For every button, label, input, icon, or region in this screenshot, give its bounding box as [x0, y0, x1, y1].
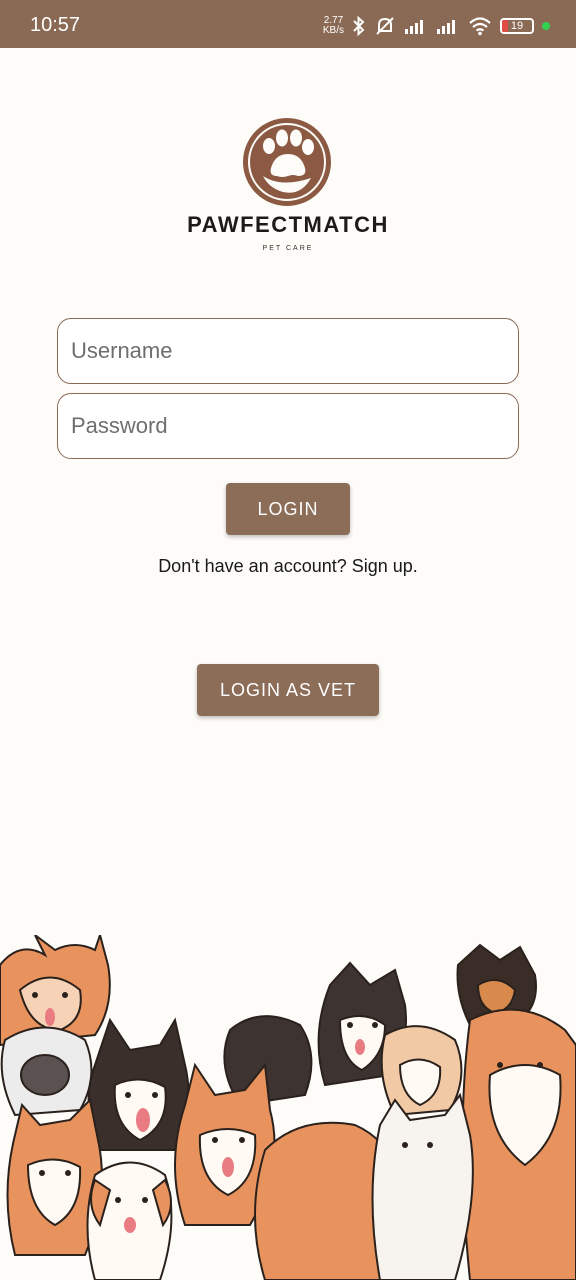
network-speed: 2.77 KB/s [322, 15, 344, 36]
bluetooth-icon [353, 15, 365, 37]
status-dot [542, 22, 550, 30]
mute-icon [376, 17, 394, 35]
signal-icon [405, 20, 423, 34]
password-input[interactable]: Password [57, 393, 519, 459]
username-input[interactable]: Username [57, 318, 519, 384]
dogs-illustration [0, 935, 576, 1280]
battery-level: 19 [510, 20, 524, 32]
status-time: 10:57 [30, 14, 81, 36]
wifi-icon [469, 17, 491, 36]
battery-icon: 19 [500, 18, 534, 34]
paw-logo-icon [243, 118, 331, 206]
status-icons: 2.77 KB/s 19 [323, 14, 550, 38]
login-button[interactable]: LOGIN [226, 483, 350, 535]
login-as-vet-button[interactable]: LOGIN AS VET [197, 664, 379, 716]
status-bar: 10:57 2.77 KB/s 19 [0, 0, 576, 48]
signup-link[interactable]: Don't have an account? Sign up. [0, 556, 576, 577]
brand-tagline: PET CARE [262, 245, 314, 252]
signal-icon [437, 20, 455, 34]
battery-fill [502, 20, 508, 32]
brand-name: PAWFECTMATCH [187, 212, 389, 237]
